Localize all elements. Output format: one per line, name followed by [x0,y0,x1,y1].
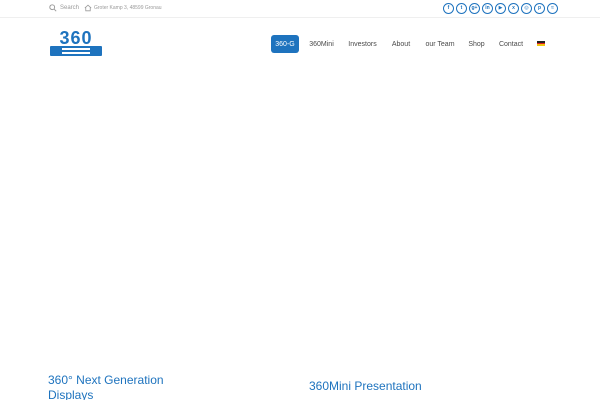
nav-item-investors[interactable]: Investors [344,35,381,53]
main-nav: 360-G 360Mini Investors About our Team S… [0,35,600,53]
nav-label: 360Mini [309,40,334,48]
nav-label: our Team [425,40,455,48]
address: Groter Kamp 3, 48599 Gronau [84,4,162,12]
home-icon [84,4,92,12]
nav-item-360mini[interactable]: 360Mini [305,35,338,53]
card-title-next-generation[interactable]: 360° Next Generation Displays [48,373,178,400]
twitter-icon[interactable]: t [456,3,467,14]
search-icon [49,4,57,12]
search-label: Search [60,5,80,11]
nav-label: About [391,40,411,48]
xing-icon[interactable]: x [508,3,519,14]
top-bar: Search Groter Kamp 3, 48599 Gronau f t g+ i… [0,0,600,18]
nav-label: Shop [468,40,485,48]
hero-area [0,66,600,362]
card-title-360mini-presentation[interactable]: 360Mini Presentation [309,379,469,394]
youtube-icon[interactable]: ▶ [495,3,506,14]
nav-item-our-team[interactable]: our Team [421,35,459,53]
rss-icon[interactable]: ≈ [547,3,558,14]
social-links: f t g+ in ▶ x ◎ p ≈ [443,3,558,14]
top-search[interactable]: Search [49,4,79,12]
de-flag-icon[interactable] [537,41,545,46]
nav-item-about[interactable]: About [387,35,415,53]
pinterest-icon[interactable]: p [534,3,545,14]
facebook-icon[interactable]: f [443,3,454,14]
nav-label: Investors [348,40,377,48]
address-text: Groter Kamp 3, 48599 Gronau [94,5,162,11]
instagram-icon[interactable]: ◎ [521,3,532,14]
nav-item-360g[interactable]: 360-G [271,35,299,53]
nav-item-contact[interactable]: Contact [494,35,528,53]
nav-label: 360-G [275,40,295,48]
nav-label: Contact [498,40,524,48]
google-plus-icon[interactable]: g+ [469,3,480,14]
nav-item-shop[interactable]: Shop [465,35,488,53]
linkedin-icon[interactable]: in [482,3,493,14]
